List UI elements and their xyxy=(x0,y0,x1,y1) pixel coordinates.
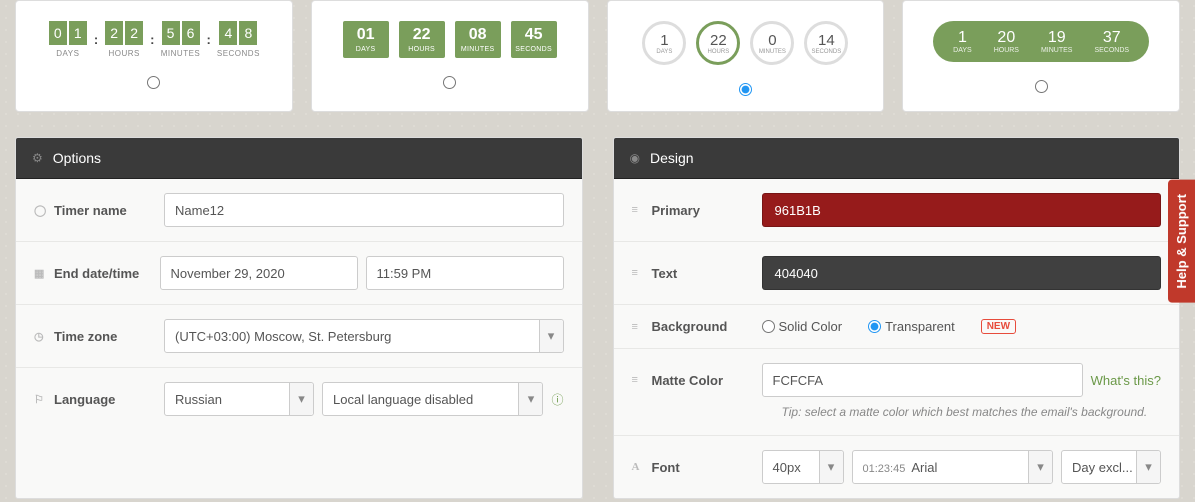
style-3-radio[interactable] xyxy=(739,83,752,96)
lines-icon: ≡ xyxy=(632,374,644,386)
chevron-down-icon: ▾ xyxy=(1028,451,1052,483)
days-label: DAYS xyxy=(48,49,88,58)
timezone-select[interactable]: (UTC+03:00) Moscow, St. Petersburg ▾ xyxy=(164,319,564,353)
time-pill: 1DAYS 20HOURS 19MINUTES 37SECONDS xyxy=(933,21,1149,62)
timezone-label: Time zone xyxy=(54,329,117,344)
preview-style-2[interactable]: 01DAYS 22HOURS 08MINUTES 45SECONDS xyxy=(311,0,589,112)
flag-icon: ⚐ xyxy=(34,393,46,406)
options-title: Options xyxy=(53,150,101,166)
local-language-select[interactable]: Local language disabled ▾ xyxy=(322,382,543,416)
timer-name-label: Timer name xyxy=(54,203,127,218)
eye-icon: ◉ xyxy=(630,151,640,165)
bg-transparent-radio[interactable]: Transparent xyxy=(868,319,955,334)
help-support-tab[interactable]: Help & Support xyxy=(1168,180,1195,303)
preview-style-3[interactable]: 1DAYS 22HOURS 0MINUTES 14SECONDS xyxy=(607,0,885,112)
style-1-radio[interactable] xyxy=(147,76,160,89)
digit: 8 xyxy=(239,21,257,45)
lines-icon: ≡ xyxy=(632,321,644,333)
digit: 4 xyxy=(219,21,237,45)
digit: 5 xyxy=(162,21,180,45)
design-header: ◉ Design xyxy=(614,138,1180,179)
time-circle: 1DAYS xyxy=(642,21,686,65)
timezone-value: (UTC+03:00) Moscow, St. Petersburg xyxy=(175,329,391,344)
chevron-down-icon: ▾ xyxy=(289,383,313,415)
end-date-input[interactable] xyxy=(160,256,358,290)
digit: 0 xyxy=(49,21,67,45)
font-icon: A xyxy=(632,461,644,473)
clock-icon: ◷ xyxy=(34,330,46,343)
time-block: 01DAYS xyxy=(343,21,389,58)
gear-icon: ⚙ xyxy=(32,151,43,165)
font-label: Font xyxy=(652,460,680,475)
matte-color-input[interactable] xyxy=(762,363,1083,397)
language-select[interactable]: Russian ▾ xyxy=(164,382,314,416)
digit: 1 xyxy=(69,21,87,45)
digit: 2 xyxy=(125,21,143,45)
preview-style-4[interactable]: 1DAYS 20HOURS 19MINUTES 37SECONDS xyxy=(902,0,1180,112)
bg-solid-radio[interactable]: Solid Color xyxy=(762,319,843,334)
info-icon[interactable]: ⓘ xyxy=(551,391,563,408)
separator: : xyxy=(92,32,100,47)
whats-this-link[interactable]: What's this? xyxy=(1091,373,1161,388)
font-family-value: Arial xyxy=(911,460,937,475)
language-label: Language xyxy=(54,392,115,407)
matte-label: Matte Color xyxy=(652,373,724,388)
chevron-down-icon: ▾ xyxy=(1136,451,1160,483)
time-block: 22HOURS xyxy=(399,21,445,58)
design-panel: ◉ Design ≡ Primary 961B1B ≡ Text 404040 ≡ B… xyxy=(613,137,1181,499)
time-circle: 0MINUTES xyxy=(750,21,794,65)
font-sample: 01:23:45 xyxy=(863,463,906,475)
chevron-down-icon: ▾ xyxy=(819,451,843,483)
day-exclusion-value: Day excl... xyxy=(1072,460,1133,475)
local-language-value: Local language disabled xyxy=(333,392,473,407)
separator: : xyxy=(205,32,213,47)
lines-icon: ≡ xyxy=(632,267,644,279)
font-family-select[interactable]: 01:23:45 Arial ▾ xyxy=(852,450,1054,484)
digit: 6 xyxy=(182,21,200,45)
time-circle: 22HOURS xyxy=(696,21,740,65)
background-label: Background xyxy=(652,319,728,334)
hours-label: HOURS xyxy=(104,49,144,58)
calendar-icon: ▦ xyxy=(34,267,46,280)
chevron-down-icon: ▾ xyxy=(518,383,542,415)
design-title: Design xyxy=(650,150,694,166)
separator: : xyxy=(148,32,156,47)
font-size-value: 40px xyxy=(773,460,801,475)
options-panel: ⚙ Options ◯ Timer name ▦ End date/time ◷ Ti… xyxy=(15,137,583,499)
primary-label: Primary xyxy=(652,203,700,218)
minutes-label: MINUTES xyxy=(161,49,201,58)
lines-icon: ≡ xyxy=(632,204,644,216)
primary-color-input[interactable]: 961B1B xyxy=(762,193,1162,227)
font-size-select[interactable]: 40px ▾ xyxy=(762,450,844,484)
options-header: ⚙ Options xyxy=(16,138,582,179)
digit: 2 xyxy=(105,21,123,45)
new-badge: NEW xyxy=(981,319,1016,334)
preview-style-1[interactable]: 01 DAYS : 22 HOURS : 56 MINUTES : 48 SEC… xyxy=(15,0,293,112)
text-color-value: 404040 xyxy=(775,266,818,281)
style-4-radio[interactable] xyxy=(1035,80,1048,93)
radio-icon: ◯ xyxy=(34,204,46,217)
text-color-label: Text xyxy=(652,266,678,281)
time-block: 08MINUTES xyxy=(455,21,501,58)
timer-name-input[interactable] xyxy=(164,193,564,227)
style-2-radio[interactable] xyxy=(443,76,456,89)
text-color-input[interactable]: 404040 xyxy=(762,256,1162,290)
end-date-label: End date/time xyxy=(54,266,139,281)
primary-color-value: 961B1B xyxy=(775,203,821,218)
end-time-input[interactable] xyxy=(366,256,564,290)
day-exclusion-select[interactable]: Day excl... ▾ xyxy=(1061,450,1161,484)
language-value: Russian xyxy=(175,392,222,407)
time-circle: 14SECONDS xyxy=(804,21,848,65)
chevron-down-icon: ▾ xyxy=(539,320,563,352)
seconds-label: SECONDS xyxy=(217,49,260,58)
time-block: 45SECONDS xyxy=(511,21,557,58)
matte-tip: Tip: select a matte color which best mat… xyxy=(614,401,1180,436)
